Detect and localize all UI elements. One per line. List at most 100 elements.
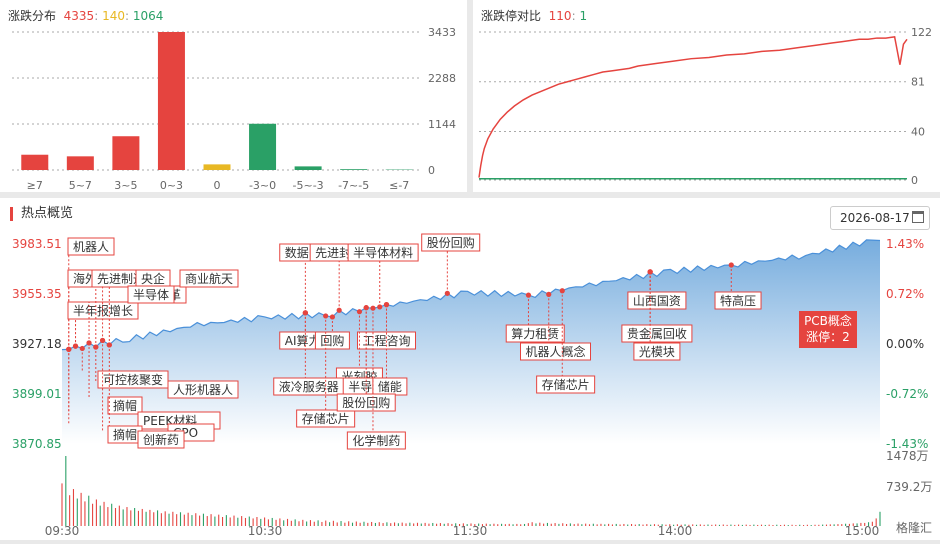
annotation-label: 化学制药 — [352, 433, 400, 448]
annotation-label: 机器人概念 — [526, 344, 586, 359]
annotation-dot — [330, 314, 335, 319]
annotation-dot — [66, 347, 71, 352]
y-right-tick-label: 0.00% — [886, 337, 924, 351]
limit-down-count: 1 — [579, 9, 587, 23]
annotation-dot — [337, 308, 342, 313]
annotation-label: 人形机器人 — [173, 383, 233, 397]
bar — [112, 136, 139, 170]
annotation-dot — [445, 291, 450, 296]
limit-ratio-panel: 涨跌停对比 110: 1 0 40 81 122 — [473, 0, 940, 192]
annotation-label: 可控核聚变 — [103, 372, 163, 387]
ratio-title-row: 涨跌停对比 110: 1 — [481, 7, 587, 24]
y-tick-label: 122 — [911, 26, 932, 39]
distribution-bar-chart: 0114422883433≥75~73~50~30-3~0-5~-3-7~-5≤… — [0, 0, 467, 192]
annotation-dot — [80, 346, 85, 351]
y-tick-label: 0 — [428, 164, 435, 177]
y-left-tick-label: 3955.35 — [12, 287, 62, 301]
x-tick-label: 15:00 — [845, 524, 880, 538]
annotation-label: 股份回购 — [427, 235, 475, 250]
calendar-icon[interactable] — [912, 211, 924, 223]
volume-tick-label: 1478万 — [886, 449, 929, 463]
annotation-label: 山西国资 — [633, 294, 681, 308]
bar — [340, 169, 367, 170]
volume-tick-label: 739.2万 — [886, 480, 932, 494]
up-count: 4335 — [64, 9, 95, 23]
pcb-label: PCB概念 — [799, 313, 857, 329]
x-tick-label: 3~5 — [114, 179, 137, 192]
annotation-label: 贵金属回收 — [627, 326, 687, 341]
y-tick-label: 81 — [911, 76, 925, 89]
annotation-label: 回购 — [320, 333, 344, 348]
bar — [249, 124, 276, 170]
annotation-dot — [357, 309, 362, 314]
x-tick-label: 14:00 — [658, 524, 693, 538]
annotation-label: 半导体 — [133, 288, 169, 302]
annotation-dot — [384, 302, 389, 307]
annotation-dot — [546, 292, 551, 297]
annotation-label: 股份回购 — [342, 395, 390, 410]
x-tick-label: 09:30 — [45, 524, 80, 538]
annotation-dot — [303, 310, 308, 315]
down-count: 1064 — [133, 9, 164, 23]
y-tick-label: 3433 — [428, 26, 456, 39]
annotation-dot — [86, 340, 91, 345]
annotation-label: 央企 — [141, 271, 165, 286]
annotation-dot — [526, 293, 531, 298]
x-tick-label: ≤-7 — [389, 179, 409, 192]
annotation-dot — [377, 304, 382, 309]
y-left-tick-label: 3870.85 — [12, 437, 62, 451]
hot-intraday-chart: 3983.51 1.43% 3955.35 0.72% 3927.18 0.00% 3899… — [0, 198, 940, 540]
flat-count: 140 — [102, 9, 125, 23]
y-tick-label: 0 — [911, 174, 918, 187]
annotation-dot — [100, 338, 105, 343]
annotation-dot — [323, 313, 328, 318]
bar — [21, 155, 48, 170]
limit-ratio-line-chart: 0 40 81 122 — [473, 0, 940, 192]
annotation-label: 储能 — [378, 379, 402, 394]
bar — [295, 166, 322, 170]
annotation-label: 半导体材料 — [353, 246, 413, 260]
x-tick-label: ≥7 — [27, 179, 43, 192]
pcb-highlight-tag[interactable]: PCB概念 涨停：2 — [799, 311, 857, 348]
y-left-tick-label: 3927.18 — [12, 337, 62, 351]
distribution-panel: 涨跌分布 4335: 140: 1064 0114422883433≥75~73… — [0, 0, 467, 192]
x-tick-label: -7~-5 — [338, 179, 369, 192]
series-line — [479, 37, 907, 178]
annotation-label: 存储芯片 — [302, 411, 350, 426]
annotation-label: 存储芯片 — [542, 377, 590, 392]
annotation-dot — [560, 288, 565, 293]
y-tick-label: 1144 — [428, 118, 456, 131]
annotation-label: 机器人 — [73, 240, 109, 254]
x-tick-label: 0 — [214, 179, 221, 192]
annotation-label: 算力租赁 — [511, 326, 559, 341]
annotation-label: 商业航天 — [185, 271, 233, 286]
y-left-tick-label: 3983.51 — [12, 237, 62, 251]
x-tick-label: 0~3 — [160, 179, 183, 192]
date-picker[interactable]: 2026-08-17 — [830, 206, 930, 230]
distribution-title-row: 涨跌分布 4335: 140: 1064 — [8, 7, 163, 24]
pcb-sub: 涨停：2 — [799, 329, 857, 345]
annotation-dot — [107, 342, 112, 347]
annotation-dot — [729, 262, 734, 267]
hot-overview-panel: 热点概览 2026-08-17 3983.51 1.43% 3955.35 0.72%… — [0, 198, 940, 540]
annotation-dot — [73, 344, 78, 349]
distribution-title: 涨跌分布 — [8, 9, 56, 23]
y-right-tick-label: 1.43% — [886, 237, 924, 251]
annotation-dot — [648, 269, 653, 274]
x-tick-label: 10:30 — [248, 524, 283, 538]
y-tick-label: 40 — [911, 125, 925, 138]
y-left-tick-label: 3899.01 — [12, 387, 62, 401]
y-right-tick-label: -0.72% — [886, 387, 928, 401]
ratio-title: 涨跌停对比 — [481, 9, 541, 23]
x-tick-label: -5~-3 — [293, 179, 324, 192]
bar — [204, 164, 231, 170]
bar — [158, 32, 185, 170]
hot-overview-title: 热点概览 — [10, 207, 73, 221]
annotation-label: 摘帽 — [113, 398, 137, 413]
y-right-tick-label: 0.72% — [886, 287, 924, 301]
limit-up-count: 110 — [549, 9, 572, 23]
x-tick-label: -3~0 — [249, 179, 276, 192]
bar — [67, 156, 94, 170]
annotation-label: 创新药 — [143, 432, 179, 447]
y-tick-label: 2288 — [428, 72, 456, 85]
